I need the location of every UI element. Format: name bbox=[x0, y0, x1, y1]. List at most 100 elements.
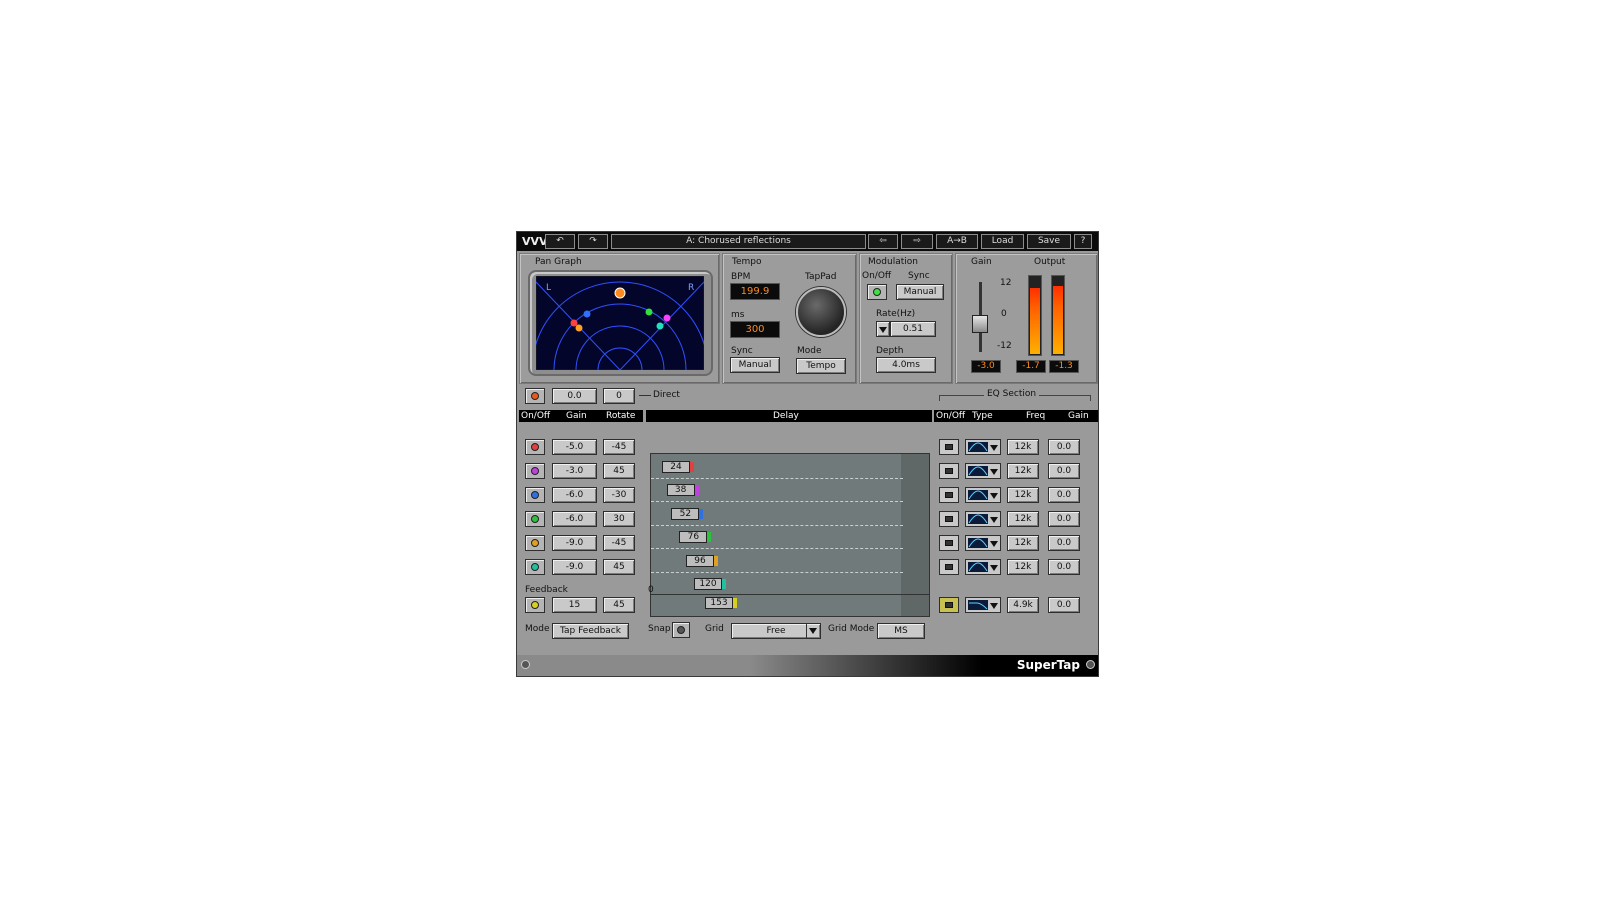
grid-label: Grid bbox=[705, 624, 724, 634]
grid-mode-button[interactable]: MS bbox=[877, 623, 925, 639]
tap-eq-gain-field[interactable]: 0.0 bbox=[1048, 463, 1080, 479]
rate-label: Rate(Hz) bbox=[876, 309, 916, 319]
tap-delay-handle[interactable]: 52 bbox=[671, 507, 704, 520]
modulation-onoff-button[interactable] bbox=[867, 284, 887, 300]
modulation-sync-button[interactable]: Manual bbox=[896, 284, 944, 300]
feedback-onoff-button[interactable] bbox=[525, 597, 545, 613]
tap-eq-onoff-button[interactable] bbox=[939, 487, 959, 503]
pan-point-tap-6[interactable] bbox=[656, 322, 664, 330]
feedback-eq-gain-field[interactable]: 0.0 bbox=[1048, 597, 1080, 613]
pan-point-tap-4[interactable] bbox=[645, 308, 653, 316]
delay-timeline[interactable]: 24 38 52 76 96 120 bbox=[650, 453, 930, 600]
tap-gain-field[interactable]: -3.0 bbox=[552, 463, 597, 479]
rate-value-display[interactable]: 0.51 bbox=[890, 321, 936, 337]
pan-point-tap-5[interactable] bbox=[575, 324, 583, 332]
tap-eq-type-select[interactable] bbox=[965, 463, 1001, 479]
help-button[interactable]: ? bbox=[1074, 234, 1092, 249]
tap-onoff-button[interactable] bbox=[525, 559, 545, 575]
bpm-display[interactable]: 199.9 bbox=[730, 283, 780, 300]
direct-rotate-field[interactable]: 0 bbox=[603, 388, 635, 404]
pan-graph-display[interactable]: L R bbox=[536, 276, 704, 370]
tap-gain-field[interactable]: -9.0 bbox=[552, 535, 597, 551]
tap-eq-freq-field[interactable]: 12k bbox=[1007, 439, 1039, 455]
tempo-mode-button[interactable]: Tempo bbox=[796, 358, 846, 374]
tap-onoff-button[interactable] bbox=[525, 535, 545, 551]
tap-onoff-button[interactable] bbox=[525, 439, 545, 455]
tempo-sync-button[interactable]: Manual bbox=[730, 357, 780, 373]
tap-delay-handle[interactable]: 38 bbox=[666, 484, 699, 496]
tap-gain-field[interactable]: -9.0 bbox=[552, 559, 597, 575]
tap-eq-type-select[interactable] bbox=[965, 439, 1001, 455]
tap-onoff-button[interactable] bbox=[525, 463, 545, 479]
pan-point-tap-3[interactable] bbox=[583, 310, 591, 318]
tap-eq-type-select[interactable] bbox=[965, 487, 1001, 503]
tap-onoff-button[interactable] bbox=[525, 511, 545, 527]
tap-delay-handle[interactable]: 24 bbox=[662, 460, 694, 473]
eq-type-header: Type bbox=[972, 411, 993, 421]
tap-eq-onoff-button[interactable] bbox=[939, 439, 959, 455]
tap-eq-freq-field[interactable]: 12k bbox=[1007, 535, 1039, 551]
load-button[interactable]: Load bbox=[981, 234, 1024, 249]
feedback-eq-type-select[interactable] bbox=[965, 597, 1001, 613]
tap-eq-gain-field[interactable]: 0.0 bbox=[1048, 559, 1080, 575]
redo-button[interactable]: ↷ bbox=[578, 234, 608, 249]
rate-dropdown-button[interactable] bbox=[876, 321, 890, 337]
delay-header: Delay bbox=[646, 410, 932, 422]
a-to-b-button[interactable]: A→B bbox=[936, 234, 978, 249]
tap-eq-type-select[interactable] bbox=[965, 535, 1001, 551]
undo-button[interactable]: ↶ bbox=[545, 234, 575, 249]
tap-gain-field[interactable]: -6.0 bbox=[552, 487, 597, 503]
tap-rotate-field[interactable]: 30 bbox=[603, 511, 635, 527]
direct-gain-field[interactable]: 0.0 bbox=[552, 388, 597, 404]
previous-preset-button[interactable]: ⇦ bbox=[868, 234, 898, 249]
feedback-eq-onoff-button[interactable] bbox=[939, 597, 959, 613]
preset-name-display[interactable]: A: Chorused reflections bbox=[611, 234, 866, 249]
pan-point-direct[interactable] bbox=[614, 287, 626, 299]
feedback-gain-field[interactable]: 15 bbox=[552, 597, 597, 613]
tap-eq-type-select[interactable] bbox=[965, 511, 1001, 527]
pan-point-tap-1[interactable] bbox=[570, 319, 578, 327]
tap-eq-onoff-button[interactable] bbox=[939, 559, 959, 575]
tap-eq-freq-field[interactable]: 12k bbox=[1007, 559, 1039, 575]
tap-eq-gain-field[interactable]: 0.0 bbox=[1048, 439, 1080, 455]
tap-delay-handle[interactable]: 76 bbox=[679, 531, 712, 543]
depth-value-display[interactable]: 4.0ms bbox=[876, 357, 936, 373]
tap-delay-handle[interactable]: 120 bbox=[694, 578, 726, 590]
tap-eq-gain-field[interactable]: 0.0 bbox=[1048, 511, 1080, 527]
feedback-delay-handle[interactable]: 153 bbox=[705, 597, 737, 609]
tap-delay-handle[interactable]: 96 bbox=[686, 554, 718, 567]
tap-rotate-field[interactable]: -45 bbox=[603, 439, 635, 455]
tappad-knob[interactable] bbox=[796, 287, 846, 337]
tap-rotate-field[interactable]: 45 bbox=[603, 463, 635, 479]
tap-eq-freq-field[interactable]: 12k bbox=[1007, 511, 1039, 527]
tap-rotate-field[interactable]: 45 bbox=[603, 559, 635, 575]
snap-button[interactable] bbox=[672, 622, 690, 638]
save-button[interactable]: Save bbox=[1027, 234, 1071, 249]
tap-eq-freq-field[interactable]: 12k bbox=[1007, 463, 1039, 479]
tap-mode-button[interactable]: Tap Feedback bbox=[552, 623, 629, 639]
feedback-eq-freq-field[interactable]: 4.9k bbox=[1007, 597, 1039, 613]
ms-label: ms bbox=[731, 310, 745, 320]
tap-eq-gain-field[interactable]: 0.0 bbox=[1048, 487, 1080, 503]
pan-point-tap-2[interactable] bbox=[663, 314, 671, 322]
feedback-rotate-field[interactable]: 45 bbox=[603, 597, 635, 613]
tap-eq-gain-field[interactable]: 0.0 bbox=[1048, 535, 1080, 551]
tap-rotate-field[interactable]: -30 bbox=[603, 487, 635, 503]
tap-gain-field[interactable]: -5.0 bbox=[552, 439, 597, 455]
mode-label: Mode bbox=[525, 624, 550, 634]
ms-display[interactable]: 300 bbox=[730, 321, 780, 338]
eq-curve-icon bbox=[968, 562, 988, 572]
grid-select[interactable]: Free bbox=[731, 623, 821, 639]
tap-onoff-button[interactable] bbox=[525, 487, 545, 503]
next-preset-button[interactable]: ⇨ bbox=[901, 234, 933, 249]
tap-eq-onoff-button[interactable] bbox=[939, 463, 959, 479]
tap-eq-type-select[interactable] bbox=[965, 559, 1001, 575]
tap-gain-field[interactable]: -6.0 bbox=[552, 511, 597, 527]
direct-onoff-button[interactable] bbox=[525, 388, 545, 404]
gain-fader-handle[interactable] bbox=[972, 315, 988, 333]
feedback-delay-track[interactable]: 153 bbox=[650, 594, 930, 617]
tap-eq-onoff-button[interactable] bbox=[939, 511, 959, 527]
tap-eq-onoff-button[interactable] bbox=[939, 535, 959, 551]
tap-rotate-field[interactable]: -45 bbox=[603, 535, 635, 551]
tap-eq-freq-field[interactable]: 12k bbox=[1007, 487, 1039, 503]
